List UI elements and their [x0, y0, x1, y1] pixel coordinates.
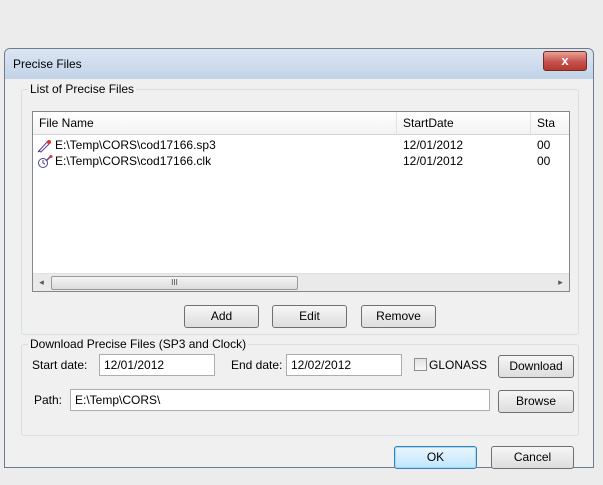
start-date-field[interactable]: 12/01/2012: [99, 354, 215, 376]
precise-files-dialog: Precise Files x List of Precise Files Fi…: [4, 48, 594, 469]
list-row[interactable]: E:\Temp\CORS\cod17166.clk 12/01/2012 00: [33, 153, 569, 169]
file-name-text: E:\Temp\CORS\cod17166.sp3: [55, 138, 216, 152]
start-date-label: Start date:: [32, 358, 88, 372]
start-time-cell: 00: [537, 138, 551, 152]
file-name-cell: E:\Temp\CORS\cod17166.clk: [37, 153, 395, 169]
title-bar[interactable]: Precise Files x: [5, 49, 593, 79]
dialog-title: Precise Files: [13, 57, 82, 71]
column-header-start-date[interactable]: StartDate: [397, 112, 531, 134]
start-date-cell: 12/01/2012: [403, 154, 464, 168]
clock-file-icon: [38, 154, 53, 168]
scroll-grip-icon: III: [171, 278, 178, 287]
precise-files-list[interactable]: File Name StartDate Sta E:\Temp\CORS\cod…: [32, 111, 570, 292]
list-header: File Name StartDate Sta: [33, 112, 569, 135]
glonass-checkbox[interactable]: [414, 358, 427, 371]
close-button[interactable]: x: [543, 51, 587, 71]
sp3-file-icon: [37, 139, 51, 153]
end-date-label: End date:: [231, 358, 283, 372]
glonass-label[interactable]: GLONASS: [429, 358, 487, 372]
file-name-cell: E:\Temp\CORS\cod17166.sp3: [37, 137, 395, 153]
download-group-legend: Download Precise Files (SP3 and Clock): [28, 337, 249, 351]
add-button[interactable]: Add: [184, 305, 259, 328]
scroll-right-icon[interactable]: ▸: [552, 274, 569, 291]
edit-button[interactable]: Edit: [272, 305, 347, 328]
browse-button[interactable]: Browse: [498, 390, 574, 413]
scroll-left-icon[interactable]: ◂: [33, 274, 50, 291]
start-date-cell: 12/01/2012: [403, 138, 464, 152]
column-header-start-time[interactable]: Sta: [531, 112, 569, 134]
download-precise-files-group: Download Precise Files (SP3 and Clock) S…: [21, 337, 579, 436]
list-of-precise-files-group: List of Precise Files File Name StartDat…: [21, 82, 579, 335]
path-field[interactable]: E:\Temp\CORS\: [70, 389, 490, 411]
start-time-cell: 00: [537, 154, 551, 168]
list-group-legend: List of Precise Files: [28, 82, 137, 96]
ok-button[interactable]: OK: [394, 446, 477, 469]
column-header-file-name[interactable]: File Name: [33, 112, 397, 134]
cancel-button[interactable]: Cancel: [491, 446, 574, 469]
scroll-thumb[interactable]: III: [51, 276, 298, 290]
end-date-field[interactable]: 12/02/2012: [286, 354, 402, 376]
list-row[interactable]: E:\Temp\CORS\cod17166.sp3 12/01/2012 00: [33, 137, 569, 153]
download-button[interactable]: Download: [498, 355, 574, 378]
path-label: Path:: [34, 393, 63, 407]
close-icon: x: [561, 53, 569, 68]
dialog-body: List of Precise Files File Name StartDat…: [10, 79, 588, 469]
file-name-text: E:\Temp\CORS\cod17166.clk: [55, 154, 212, 168]
remove-button[interactable]: Remove: [361, 305, 436, 328]
horizontal-scrollbar[interactable]: ◂ III ▸: [33, 273, 569, 291]
